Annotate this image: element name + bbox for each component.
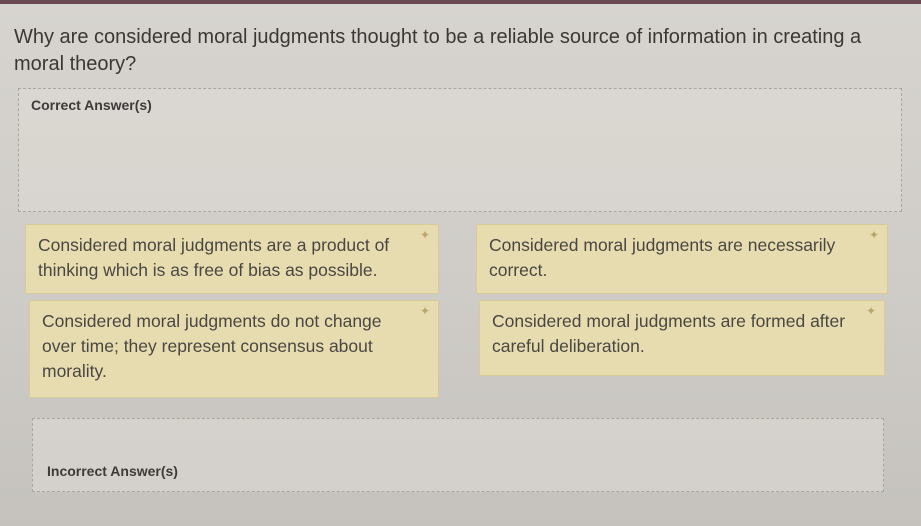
answer-card-text: Considered moral judgments do not change… [42, 311, 382, 381]
answer-card-text: Considered moral judgments are a product… [38, 235, 390, 280]
move-handle-icon[interactable]: ✦ [866, 305, 876, 317]
answer-card-1[interactable]: Considered moral judgments are a product… [25, 224, 439, 294]
move-handle-icon[interactable]: ✦ [420, 229, 430, 241]
incorrect-answers-drop-zone[interactable]: Incorrect Answer(s) [32, 418, 884, 492]
window-top-strip [0, 0, 921, 4]
answer-card-4[interactable]: Considered moral judgments are formed af… [479, 300, 885, 376]
move-handle-icon[interactable]: ✦ [420, 305, 430, 317]
answer-card-2[interactable]: Considered moral judgments are necessari… [476, 224, 888, 294]
correct-answers-label: Correct Answer(s) [31, 97, 152, 113]
incorrect-answers-label: Incorrect Answer(s) [47, 463, 178, 479]
answer-card-text: Considered moral judgments are formed af… [492, 311, 846, 356]
question-text: Why are considered moral judgments thoug… [14, 26, 862, 75]
move-handle-icon[interactable]: ✦ [869, 229, 879, 241]
answer-card-3[interactable]: Considered moral judgments do not change… [29, 300, 439, 398]
correct-answers-drop-zone[interactable]: Correct Answer(s) [18, 88, 902, 212]
answer-card-text: Considered moral judgments are necessari… [489, 235, 836, 280]
